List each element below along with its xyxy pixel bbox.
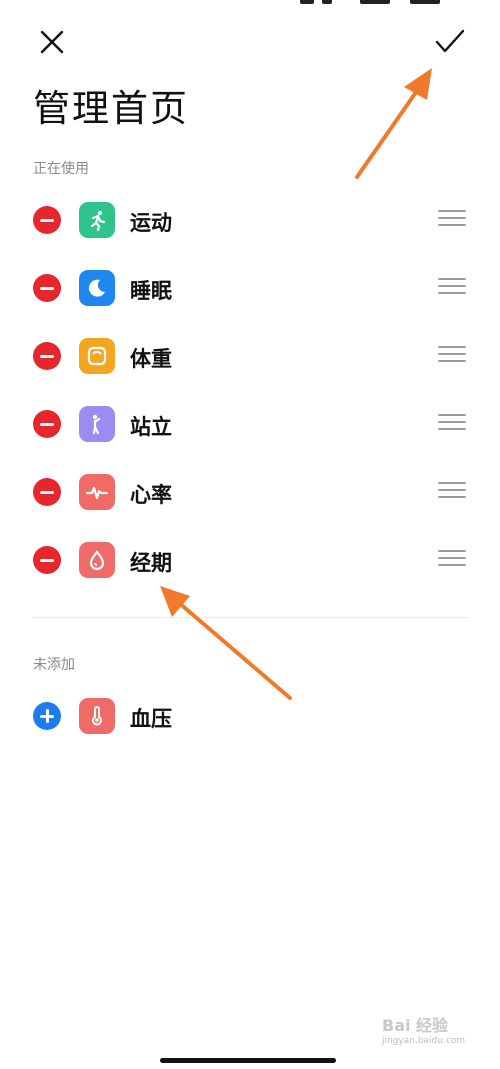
list-item: 运动: [0, 190, 500, 250]
remove-button[interactable]: [33, 410, 61, 438]
add-button[interactable]: [33, 702, 61, 730]
item-label: 经期: [130, 551, 172, 575]
status-bar: [300, 0, 480, 8]
not-added-section-label: 未添加: [33, 657, 75, 673]
close-button[interactable]: [32, 22, 72, 62]
thermometer-icon: [79, 698, 115, 734]
item-label: 站立: [130, 415, 172, 439]
item-label: 运动: [130, 211, 172, 235]
drag-handle[interactable]: [438, 210, 466, 230]
arrow-to-period-item: [160, 586, 292, 700]
item-label: 血压: [130, 707, 172, 731]
list-item: 经期: [0, 530, 500, 590]
drag-handle[interactable]: [438, 346, 466, 366]
list-item: 血压: [0, 686, 500, 746]
check-icon: [435, 29, 465, 53]
drag-handle[interactable]: [438, 482, 466, 502]
remove-button[interactable]: [33, 478, 61, 506]
scale-icon: [79, 338, 115, 374]
remove-button[interactable]: [33, 274, 61, 302]
remove-button[interactable]: [33, 206, 61, 234]
home-indicator: [160, 1058, 336, 1063]
in-use-section-label: 正在使用: [33, 161, 89, 177]
close-icon: [40, 30, 64, 54]
arrow-to-confirm: [355, 68, 432, 179]
item-label: 体重: [130, 347, 172, 371]
moon-icon: [79, 270, 115, 306]
running-icon: [79, 202, 115, 238]
watermark: Bai 经验 jingyan.baidu.com: [382, 1016, 466, 1046]
item-label: 睡眠: [130, 279, 172, 303]
list-item: 体重: [0, 326, 500, 386]
standing-icon: [79, 406, 115, 442]
list-item: 心率: [0, 462, 500, 522]
droplet-icon: [79, 542, 115, 578]
list-item: 睡眠: [0, 258, 500, 318]
confirm-button[interactable]: [428, 20, 472, 64]
drag-handle[interactable]: [438, 414, 466, 434]
heartbeat-icon: [79, 474, 115, 510]
list-item: 站立: [0, 394, 500, 454]
page-title: 管理首页: [33, 87, 189, 130]
section-divider: [33, 617, 469, 618]
drag-handle[interactable]: [438, 278, 466, 298]
drag-handle[interactable]: [438, 550, 466, 570]
remove-button[interactable]: [33, 546, 61, 574]
remove-button[interactable]: [33, 342, 61, 370]
item-label: 心率: [130, 483, 172, 507]
